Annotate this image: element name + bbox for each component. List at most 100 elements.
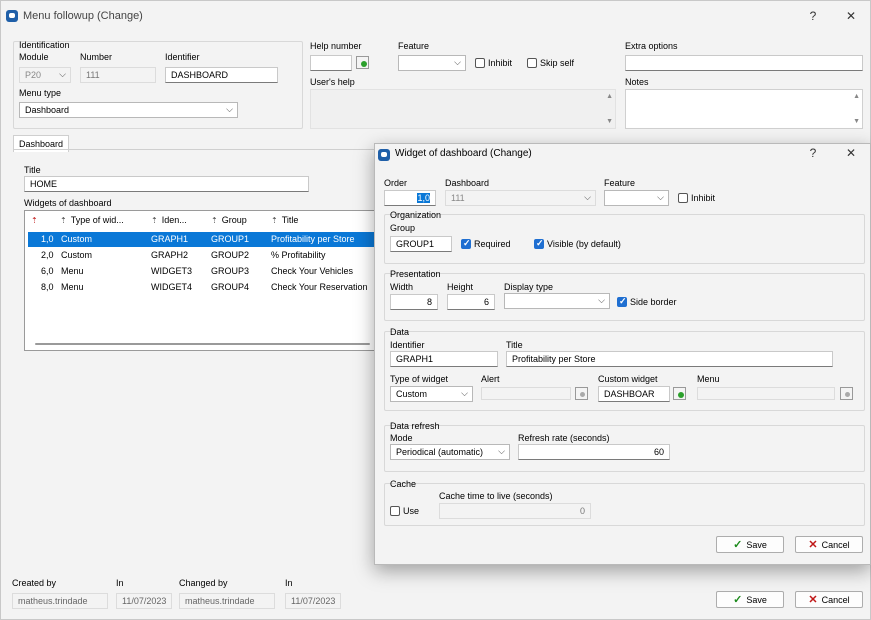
group-cell: GROUP3 <box>211 266 250 276</box>
display-type-label: Display type <box>504 282 554 292</box>
title-label: Title <box>506 340 523 350</box>
type-of-widget-select[interactable]: Custom ⌵ <box>390 386 473 402</box>
dashboard-label: Dashboard <box>445 178 490 188</box>
refresh-rate-field[interactable]: 60 <box>518 444 670 460</box>
visible-label: Visible (by default) <box>547 239 621 249</box>
display-type-select[interactable]: ⌵ <box>504 293 610 309</box>
close-icon[interactable]: ✕ <box>841 146 861 160</box>
sort-icon: ⇡ <box>211 216 218 225</box>
visible-checkbox[interactable] <box>534 238 544 249</box>
required-checkbox[interactable] <box>461 238 471 249</box>
table-row[interactable]: 8,0 Menu WIDGET4 GROUP4 Check Your Reser… <box>28 280 374 295</box>
side-border-checkbox[interactable] <box>617 296 627 307</box>
identifier-field[interactable]: DASHBOARD <box>165 67 278 83</box>
custom-widget-field[interactable]: DASHBOAR <box>598 386 670 402</box>
inhibit-checkbox[interactable] <box>678 193 688 203</box>
use-cache-checkbox[interactable] <box>390 506 400 516</box>
group-cell: GROUP1 <box>211 234 250 244</box>
module-select[interactable]: P20 ⌵ <box>19 67 71 83</box>
close-icon[interactable]: ✕ <box>841 9 861 23</box>
users-help-area[interactable]: ▲ ▼ <box>310 89 616 129</box>
organization-group <box>384 214 865 264</box>
horizontal-scrollbar[interactable] <box>35 343 370 345</box>
order-header[interactable]: ⇡ <box>31 215 42 225</box>
dialog-save-button[interactable]: ✓ Save <box>716 536 784 553</box>
widgets-table[interactable]: ⇡ ⇡ Type of wid... ⇡ Iden... ⇡ Group ⇡ Title… <box>24 210 375 351</box>
title-cell: Profitability per Store <box>271 234 355 244</box>
order-field[interactable]: 1,0 <box>384 190 436 206</box>
height-field[interactable]: 6 <box>447 294 495 310</box>
x-icon: ✕ <box>808 594 818 606</box>
feature-select[interactable]: ⌵ <box>604 190 669 206</box>
title-field[interactable]: HOME <box>24 176 309 192</box>
sort-icon: ⇡ <box>31 216 38 225</box>
mode-select[interactable]: Periodical (automatic) ⌵ <box>390 444 510 460</box>
menu-type-label: Menu type <box>19 88 62 98</box>
chevron-down-icon: ⌵ <box>657 192 664 202</box>
dashboard-value: 111 <box>451 193 465 203</box>
table-row[interactable]: 2,0 Custom GRAPH2 GROUP2 % Profitability <box>28 248 374 263</box>
changed-by-field: matheus.trindade <box>179 593 275 609</box>
type-header[interactable]: ⇡ Type of wid... <box>60 215 124 225</box>
cancel-button[interactable]: ✕ Cancel <box>795 591 863 608</box>
cache-ttl-field: 0 <box>439 503 591 519</box>
order-label: Order <box>384 178 408 188</box>
alert-lookup-icon[interactable] <box>575 387 588 400</box>
identifier-cell: WIDGET3 <box>151 266 193 276</box>
inhibit-checkbox[interactable] <box>475 58 485 68</box>
group-header[interactable]: ⇡ Group <box>211 215 247 225</box>
created-by-label: Created by <box>12 578 57 588</box>
table-row[interactable]: 1,0 Custom GRAPH1 GROUP1 Profitability p… <box>28 232 374 247</box>
extra-options-field[interactable] <box>625 55 863 71</box>
extra-options-label: Extra options <box>625 41 678 51</box>
help-button[interactable]: ? <box>803 146 823 160</box>
created-in-label: In <box>116 578 124 588</box>
group-field[interactable]: GROUP1 <box>390 236 452 252</box>
width-field[interactable]: 8 <box>390 294 438 310</box>
help-number-field[interactable] <box>310 55 352 71</box>
chevron-down-icon: ⌵ <box>454 57 461 67</box>
presentation-label: Presentation <box>390 269 441 279</box>
title-header[interactable]: ⇡ Title <box>271 215 298 225</box>
menu-label: Menu <box>697 374 720 384</box>
required-label: Required <box>474 239 511 249</box>
scroll-up-icon[interactable]: ▲ <box>853 93 860 100</box>
chevron-down-icon: ⌵ <box>498 446 505 456</box>
identifier-field[interactable]: GRAPH1 <box>390 351 498 367</box>
skip-self-checkbox[interactable] <box>527 58 537 68</box>
order-cell: 2,0 <box>41 250 54 260</box>
number-field[interactable]: 111 <box>80 67 156 83</box>
title-field[interactable]: Profitability per Store <box>506 351 833 367</box>
type-of-widget-label: Type of widget <box>390 374 449 384</box>
save-button[interactable]: ✓ Save <box>716 591 784 608</box>
menu-lookup-icon[interactable] <box>840 387 853 400</box>
lookup-icon[interactable] <box>356 56 369 69</box>
table-row[interactable]: 6,0 Menu WIDGET3 GROUP3 Check Your Vehic… <box>28 264 374 279</box>
notes-area[interactable]: ▲ ▼ <box>625 89 863 129</box>
feature-label: Feature <box>604 178 636 188</box>
organization-label: Organization <box>390 210 442 220</box>
side-border-label: Side border <box>630 297 677 307</box>
cancel-label: Cancel <box>821 539 850 550</box>
type-value: Custom <box>396 389 428 399</box>
scroll-down-icon[interactable]: ▼ <box>606 118 613 125</box>
cache-label: Cache <box>390 479 417 489</box>
users-help-label: User's help <box>310 77 355 87</box>
order-cell: 8,0 <box>41 282 54 292</box>
dialog-cancel-button[interactable]: ✕ Cancel <box>795 536 863 553</box>
custom-widget-lookup-icon[interactable] <box>673 387 686 400</box>
dialog-title: Widget of dashboard (Change) <box>395 148 532 159</box>
scroll-down-icon[interactable]: ▼ <box>853 118 860 125</box>
title-cell: Check Your Reservation <box>271 282 368 292</box>
menu-type-value: Dashboard <box>25 105 70 115</box>
chevron-down-icon: ⌵ <box>598 295 605 305</box>
help-button[interactable]: ? <box>803 9 823 23</box>
alert-field <box>481 387 571 400</box>
feature-select[interactable]: ⌵ <box>398 55 466 71</box>
identifier-header[interactable]: ⇡ Iden... <box>151 215 187 225</box>
menu-type-select[interactable]: Dashboard ⌵ <box>19 102 238 118</box>
module-label: Module <box>19 52 49 62</box>
refresh-rate-label: Refresh rate (seconds) <box>518 433 610 443</box>
dashboard-select[interactable]: 111 ⌵ <box>445 190 596 206</box>
scroll-up-icon[interactable]: ▲ <box>606 93 613 100</box>
